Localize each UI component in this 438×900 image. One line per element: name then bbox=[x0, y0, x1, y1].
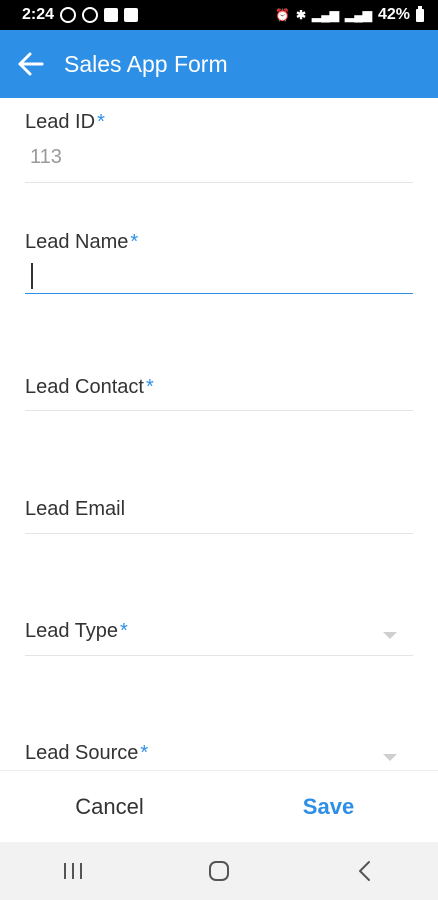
arrow-left-icon[interactable] bbox=[14, 47, 48, 81]
dropdown-arrow-icon bbox=[383, 632, 397, 639]
signal-icon: ▂▄▆ bbox=[312, 8, 339, 22]
lead-name-input[interactable] bbox=[25, 254, 413, 294]
status-bar-right: ⏰ ✱ ▂▄▆ ▂▄▆ 42% bbox=[275, 5, 424, 24]
divider bbox=[25, 410, 413, 411]
lead-source-label: Lead Source bbox=[25, 742, 139, 764]
lead-name-label: Lead Name bbox=[25, 231, 129, 253]
required-marker: * bbox=[140, 742, 149, 764]
divider bbox=[25, 182, 413, 183]
lead-name-field: Lead Name * bbox=[25, 231, 413, 307]
gallery-icon bbox=[124, 8, 139, 22]
cancel-button[interactable]: Cancel bbox=[0, 771, 219, 843]
action-bar: Cancel Save bbox=[0, 770, 438, 843]
lead-id-label: Lead ID bbox=[25, 111, 96, 133]
lead-contact-field[interactable]: Lead Contact * bbox=[25, 376, 413, 412]
lead-id-field: Lead ID * 113 bbox=[25, 111, 413, 183]
chevron-left-icon[interactable] bbox=[335, 851, 395, 891]
save-button[interactable]: Save bbox=[219, 771, 438, 843]
whatsapp-icon bbox=[82, 7, 99, 23]
home-icon[interactable] bbox=[189, 851, 249, 891]
divider bbox=[25, 655, 413, 656]
notification-icon bbox=[104, 8, 119, 22]
divider bbox=[25, 533, 413, 534]
required-marker: * bbox=[145, 376, 154, 398]
system-nav-bar bbox=[0, 842, 438, 900]
lead-email-label: Lead Email bbox=[25, 498, 126, 520]
status-bar-left: 2:24 bbox=[22, 6, 139, 24]
lead-form: Lead ID * 113 Lead Name * Lead Contact * Le… bbox=[0, 98, 438, 770]
status-time: 2:24 bbox=[22, 6, 55, 23]
bluetooth-icon: ✱ bbox=[295, 8, 307, 22]
app-bar: Sales App Form bbox=[0, 30, 438, 98]
recents-icon[interactable] bbox=[43, 851, 103, 891]
lead-source-dropdown[interactable]: Lead Source * bbox=[25, 742, 413, 770]
alarm-icon: ⏰ bbox=[275, 8, 290, 22]
signal-icon: ▂▄▆ bbox=[345, 8, 372, 22]
battery-percent: 42% bbox=[377, 6, 410, 23]
lead-contact-label: Lead Contact bbox=[25, 376, 144, 398]
whatsapp-icon bbox=[60, 7, 77, 23]
lead-email-field[interactable]: Lead Email bbox=[25, 498, 413, 534]
lead-type-label: Lead Type bbox=[25, 620, 119, 642]
required-marker: * bbox=[130, 231, 139, 253]
text-cursor bbox=[31, 263, 33, 289]
lead-type-dropdown[interactable]: Lead Type * bbox=[25, 620, 413, 656]
dropdown-arrow-icon bbox=[383, 754, 397, 761]
required-marker: * bbox=[97, 111, 105, 133]
required-marker: * bbox=[120, 620, 128, 642]
page-title: Sales App Form bbox=[64, 50, 228, 77]
status-bar: 2:24 ⏰ ✱ ▂▄▆ ▂▄▆ 42% bbox=[0, 0, 438, 30]
battery-icon bbox=[416, 5, 424, 22]
lead-id-value: 113 bbox=[30, 146, 62, 168]
